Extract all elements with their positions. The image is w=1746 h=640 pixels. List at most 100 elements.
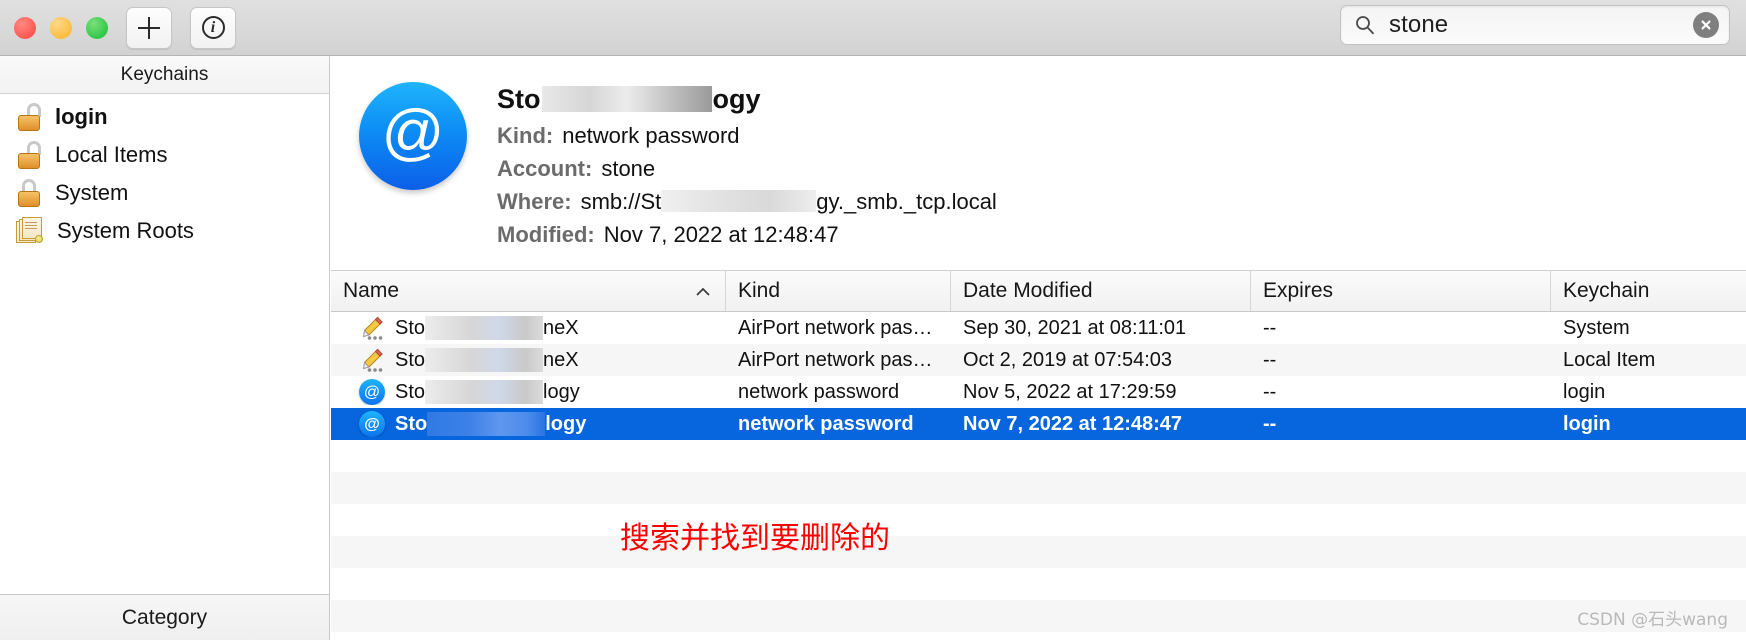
item-detail-pane: @ Sto ogy Kind: network password Account… xyxy=(331,56,1746,270)
name-prefix: Sto xyxy=(395,316,426,339)
window-toolbar: i stone xyxy=(0,0,1746,56)
search-input-value: stone xyxy=(1389,11,1449,38)
name-suffix: neX xyxy=(543,316,579,339)
watermark: CSDN @石头wang xyxy=(1577,610,1728,630)
cell-expires: -- xyxy=(1263,412,1277,435)
category-label: Category xyxy=(121,606,208,629)
column-header-label: Date Modified xyxy=(963,279,1093,302)
cell-kind: network password xyxy=(738,380,900,403)
sidebar-item-label: Local Items xyxy=(55,142,168,167)
cell-name-text: Sto neX xyxy=(395,348,579,372)
search-input[interactable]: stone xyxy=(1340,5,1730,45)
svg-text:@: @ xyxy=(364,384,380,401)
column-header-label: Expires xyxy=(1263,279,1334,302)
table-row[interactable]: Sto neX AirPort network pas… Sep 30, 2021… xyxy=(331,312,1746,344)
pencil-password-icon xyxy=(359,315,385,341)
sidebar-item-label: System Roots xyxy=(57,218,194,243)
column-header-expires[interactable]: Expires xyxy=(1251,271,1551,311)
table-row[interactable]: @ Sto logy network password Nov 7, 2022 a… xyxy=(331,408,1746,440)
detail-value: stone xyxy=(601,156,656,181)
redaction-block xyxy=(425,380,544,404)
detail-row-account: Account: stone xyxy=(497,156,997,182)
cell-name: Sto neX xyxy=(331,347,726,373)
column-header-name[interactable]: Name xyxy=(331,271,726,311)
item-title: Sto ogy xyxy=(497,82,997,116)
column-header-label: Kind xyxy=(738,279,781,302)
detail-row-modified: Modified: Nov 7, 2022 at 12:48:47 xyxy=(497,222,997,248)
cell-kind: network password xyxy=(738,412,914,435)
table-empty-row xyxy=(331,472,1746,504)
close-window-button[interactable] xyxy=(14,16,36,39)
unlocked-padlock-icon xyxy=(16,103,42,131)
cell-name: Sto neX xyxy=(331,315,726,341)
item-info-button[interactable]: i xyxy=(190,6,236,49)
table-empty-row xyxy=(331,504,1746,536)
table-header-row: Name Kind Date Modified Expires Keychain xyxy=(331,270,1746,312)
column-header-kind[interactable]: Kind xyxy=(726,271,951,311)
detail-value: Nov 7, 2022 at 12:48:47 xyxy=(603,222,839,247)
redaction-block xyxy=(541,86,712,112)
sidebar-item-login[interactable]: login xyxy=(0,98,329,136)
cell-kind: AirPort network pas… xyxy=(738,316,933,339)
detail-key: Modified: xyxy=(497,222,595,247)
sidebar-item-system[interactable]: System xyxy=(0,174,329,212)
detail-value-suffix: gy._smb._tcp.local xyxy=(816,189,997,214)
cell-date-modified: Nov 7, 2022 at 12:48:47 xyxy=(963,412,1183,435)
clear-search-icon[interactable] xyxy=(1693,12,1719,38)
name-prefix: Sto xyxy=(395,412,428,435)
plus-icon xyxy=(138,16,160,39)
name-prefix: Sto xyxy=(395,348,426,371)
chevron-up-icon xyxy=(695,279,711,303)
cell-name-text: Sto logy xyxy=(395,380,580,404)
sidebar-item-system-roots[interactable]: System Roots xyxy=(0,212,329,250)
annotation-text: 搜索并找到要删除的 xyxy=(620,521,890,556)
detail-value-prefix: smb://St xyxy=(580,189,662,214)
redaction-block xyxy=(425,316,544,340)
redaction-block xyxy=(425,348,544,372)
name-suffix: logy xyxy=(543,380,580,403)
cell-keychain: login xyxy=(1563,412,1611,435)
minimize-window-button[interactable] xyxy=(50,16,72,39)
keychains-sidebar: Keychains login Local Items System Syste… xyxy=(0,56,330,640)
info-circle-icon: i xyxy=(201,16,225,39)
cell-expires: -- xyxy=(1263,348,1277,371)
column-header-date-modified[interactable]: Date Modified xyxy=(951,271,1251,311)
cell-date-modified: Nov 5, 2022 at 17:29:59 xyxy=(963,380,1177,403)
detail-key: Kind: xyxy=(497,123,554,148)
detail-value: smb://St gy._smb._tcp.local xyxy=(581,189,997,215)
sidebar-item-label: login xyxy=(55,104,108,129)
at-sign-icon: @ xyxy=(359,379,385,405)
cell-expires: -- xyxy=(1263,316,1277,339)
detail-key: Account: xyxy=(497,156,593,181)
sidebar-item-local-items[interactable]: Local Items xyxy=(0,136,329,174)
unlocked-padlock-icon xyxy=(16,141,42,169)
cell-date-modified: Oct 2, 2019 at 07:54:03 xyxy=(963,348,1173,371)
table-empty-row xyxy=(331,440,1746,472)
cell-keychain: System xyxy=(1563,316,1630,339)
detail-row-kind: Kind: network password xyxy=(497,123,997,149)
cell-date-modified: Sep 30, 2021 at 08:11:01 xyxy=(963,316,1187,339)
column-header-keychain[interactable]: Keychain xyxy=(1551,271,1746,311)
zoom-window-button[interactable] xyxy=(86,16,108,39)
table-empty-row xyxy=(331,568,1746,600)
item-title-suffix: ogy xyxy=(712,84,761,114)
search-icon xyxy=(1355,15,1375,35)
table-empty-row xyxy=(331,600,1746,632)
name-suffix: logy xyxy=(545,412,587,435)
table-row[interactable]: @ Sto logy network password Nov 5, 2022 a… xyxy=(331,376,1746,408)
detail-value: network password xyxy=(562,123,740,148)
cell-name: @ Sto logy xyxy=(331,411,726,437)
category-section-header: Category xyxy=(0,594,329,640)
name-prefix: Sto xyxy=(395,380,426,403)
certificate-stack-icon xyxy=(16,217,44,245)
locked-padlock-icon xyxy=(16,179,42,207)
at-sign-icon: @ xyxy=(359,411,385,437)
detail-key: Where: xyxy=(497,189,572,214)
keychain-items-table: Name Kind Date Modified Expires Keychain xyxy=(331,270,1746,640)
search-field-wrapper: stone xyxy=(1340,5,1730,45)
add-item-button[interactable] xyxy=(126,6,172,49)
table-row[interactable]: Sto neX AirPort network pas… Oct 2, 2019 … xyxy=(331,344,1746,376)
detail-row-where: Where: smb://St gy._smb._tcp.local xyxy=(497,189,997,215)
table-empty-row xyxy=(331,536,1746,568)
redaction-block xyxy=(661,190,817,212)
